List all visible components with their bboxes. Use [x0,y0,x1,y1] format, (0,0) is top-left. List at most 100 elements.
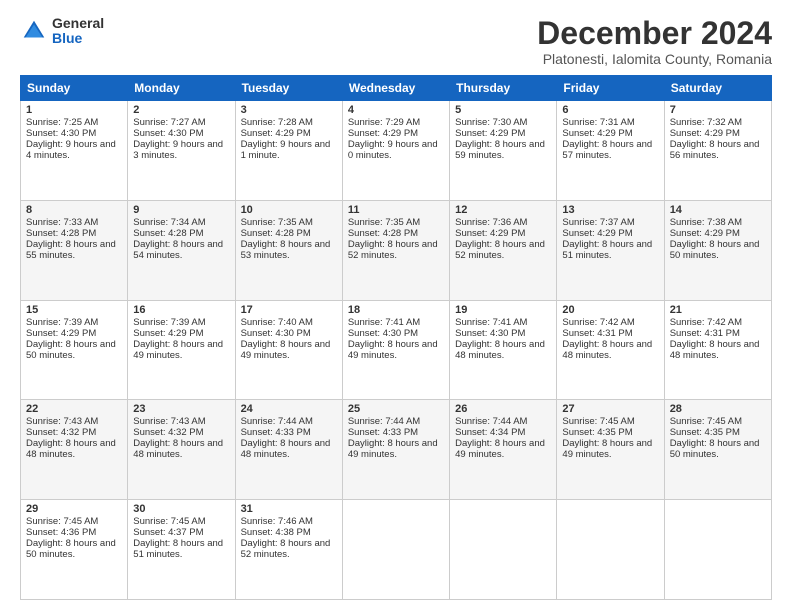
header-row: Sunday Monday Tuesday Wednesday Thursday… [21,76,772,101]
daylight-hours: Daylight: 8 hours and 48 minutes. [455,339,545,361]
sunset-time: Sunset: 4:30 PM [348,328,418,339]
col-saturday: Saturday [664,76,771,101]
sunrise-time: Sunrise: 7:35 AM [348,217,420,228]
sunset-time: Sunset: 4:37 PM [133,527,203,538]
daylight-hours: Daylight: 8 hours and 57 minutes. [562,139,652,161]
daylight-hours: Daylight: 9 hours and 4 minutes. [26,139,116,161]
daylight-hours: Daylight: 8 hours and 52 minutes. [455,239,545,261]
sunset-time: Sunset: 4:32 PM [26,427,96,438]
day-cell: 19Sunrise: 7:41 AMSunset: 4:30 PMDayligh… [450,300,557,400]
daylight-hours: Daylight: 8 hours and 56 minutes. [670,139,760,161]
week-row-5: 29Sunrise: 7:45 AMSunset: 4:36 PMDayligh… [21,500,772,600]
daylight-hours: Daylight: 8 hours and 48 minutes. [133,438,223,460]
sunrise-time: Sunrise: 7:39 AM [133,317,205,328]
page: General Blue December 2024 Platonesti, I… [0,0,792,612]
day-cell: 6Sunrise: 7:31 AMSunset: 4:29 PMDaylight… [557,101,664,201]
sunrise-time: Sunrise: 7:41 AM [455,317,527,328]
day-number: 25 [348,403,444,415]
daylight-hours: Daylight: 9 hours and 0 minutes. [348,139,438,161]
day-number: 27 [562,403,658,415]
day-cell [342,500,449,600]
sunset-time: Sunset: 4:29 PM [562,128,632,139]
sunset-time: Sunset: 4:35 PM [562,427,632,438]
sunrise-time: Sunrise: 7:45 AM [670,416,742,427]
daylight-hours: Daylight: 8 hours and 49 minutes. [562,438,652,460]
daylight-hours: Daylight: 8 hours and 49 minutes. [133,339,223,361]
week-row-2: 8Sunrise: 7:33 AMSunset: 4:28 PMDaylight… [21,200,772,300]
sunset-time: Sunset: 4:30 PM [455,328,525,339]
day-number: 28 [670,403,766,415]
day-cell: 31Sunrise: 7:46 AMSunset: 4:38 PMDayligh… [235,500,342,600]
daylight-hours: Daylight: 8 hours and 48 minutes. [670,339,760,361]
sunset-time: Sunset: 4:35 PM [670,427,740,438]
day-cell: 27Sunrise: 7:45 AMSunset: 4:35 PMDayligh… [557,400,664,500]
sunrise-time: Sunrise: 7:46 AM [241,516,313,527]
sunrise-time: Sunrise: 7:32 AM [670,117,742,128]
daylight-hours: Daylight: 8 hours and 54 minutes. [133,239,223,261]
week-row-3: 15Sunrise: 7:39 AMSunset: 4:29 PMDayligh… [21,300,772,400]
sunrise-time: Sunrise: 7:36 AM [455,217,527,228]
day-number: 26 [455,403,551,415]
sunset-time: Sunset: 4:30 PM [241,328,311,339]
daylight-hours: Daylight: 8 hours and 49 minutes. [348,339,438,361]
sunrise-time: Sunrise: 7:43 AM [26,416,98,427]
sunset-time: Sunset: 4:29 PM [241,128,311,139]
sunset-time: Sunset: 4:30 PM [133,128,203,139]
sunset-time: Sunset: 4:34 PM [455,427,525,438]
day-number: 6 [562,104,658,116]
day-cell: 22Sunrise: 7:43 AMSunset: 4:32 PMDayligh… [21,400,128,500]
day-number: 3 [241,104,337,116]
sunset-time: Sunset: 4:29 PM [455,128,525,139]
day-number: 16 [133,304,229,316]
day-number: 2 [133,104,229,116]
daylight-hours: Daylight: 8 hours and 49 minutes. [241,339,331,361]
day-cell: 14Sunrise: 7:38 AMSunset: 4:29 PMDayligh… [664,200,771,300]
day-number: 1 [26,104,122,116]
sunrise-time: Sunrise: 7:40 AM [241,317,313,328]
sunrise-time: Sunrise: 7:28 AM [241,117,313,128]
day-cell [664,500,771,600]
sunset-time: Sunset: 4:33 PM [241,427,311,438]
sunset-time: Sunset: 4:32 PM [133,427,203,438]
daylight-hours: Daylight: 8 hours and 48 minutes. [562,339,652,361]
day-cell [557,500,664,600]
day-number: 19 [455,304,551,316]
col-monday: Monday [128,76,235,101]
col-sunday: Sunday [21,76,128,101]
day-cell: 8Sunrise: 7:33 AMSunset: 4:28 PMDaylight… [21,200,128,300]
sunrise-time: Sunrise: 7:41 AM [348,317,420,328]
sunrise-time: Sunrise: 7:27 AM [133,117,205,128]
sunrise-time: Sunrise: 7:38 AM [670,217,742,228]
day-number: 24 [241,403,337,415]
sunset-time: Sunset: 4:28 PM [241,228,311,239]
sunrise-time: Sunrise: 7:44 AM [241,416,313,427]
daylight-hours: Daylight: 8 hours and 50 minutes. [26,538,116,560]
day-cell: 4Sunrise: 7:29 AMSunset: 4:29 PMDaylight… [342,101,449,201]
logo-icon [20,17,48,45]
logo-general: General [52,16,104,31]
sunset-time: Sunset: 4:38 PM [241,527,311,538]
calendar-table: Sunday Monday Tuesday Wednesday Thursday… [20,75,772,600]
sunrise-time: Sunrise: 7:42 AM [670,317,742,328]
daylight-hours: Daylight: 9 hours and 3 minutes. [133,139,223,161]
day-number: 9 [133,204,229,216]
daylight-hours: Daylight: 8 hours and 48 minutes. [241,438,331,460]
day-cell: 7Sunrise: 7:32 AMSunset: 4:29 PMDaylight… [664,101,771,201]
day-number: 14 [670,204,766,216]
sunset-time: Sunset: 4:29 PM [348,128,418,139]
title-block: December 2024 Platonesti, Ialomita Count… [537,16,772,67]
sunrise-time: Sunrise: 7:31 AM [562,117,634,128]
day-cell: 9Sunrise: 7:34 AMSunset: 4:28 PMDaylight… [128,200,235,300]
sunrise-time: Sunrise: 7:45 AM [26,516,98,527]
day-number: 5 [455,104,551,116]
sunset-time: Sunset: 4:29 PM [562,228,632,239]
week-row-4: 22Sunrise: 7:43 AMSunset: 4:32 PMDayligh… [21,400,772,500]
day-number: 21 [670,304,766,316]
sunrise-time: Sunrise: 7:35 AM [241,217,313,228]
day-cell: 26Sunrise: 7:44 AMSunset: 4:34 PMDayligh… [450,400,557,500]
day-number: 11 [348,204,444,216]
day-cell: 13Sunrise: 7:37 AMSunset: 4:29 PMDayligh… [557,200,664,300]
day-cell: 24Sunrise: 7:44 AMSunset: 4:33 PMDayligh… [235,400,342,500]
daylight-hours: Daylight: 8 hours and 59 minutes. [455,139,545,161]
day-cell: 2Sunrise: 7:27 AMSunset: 4:30 PMDaylight… [128,101,235,201]
